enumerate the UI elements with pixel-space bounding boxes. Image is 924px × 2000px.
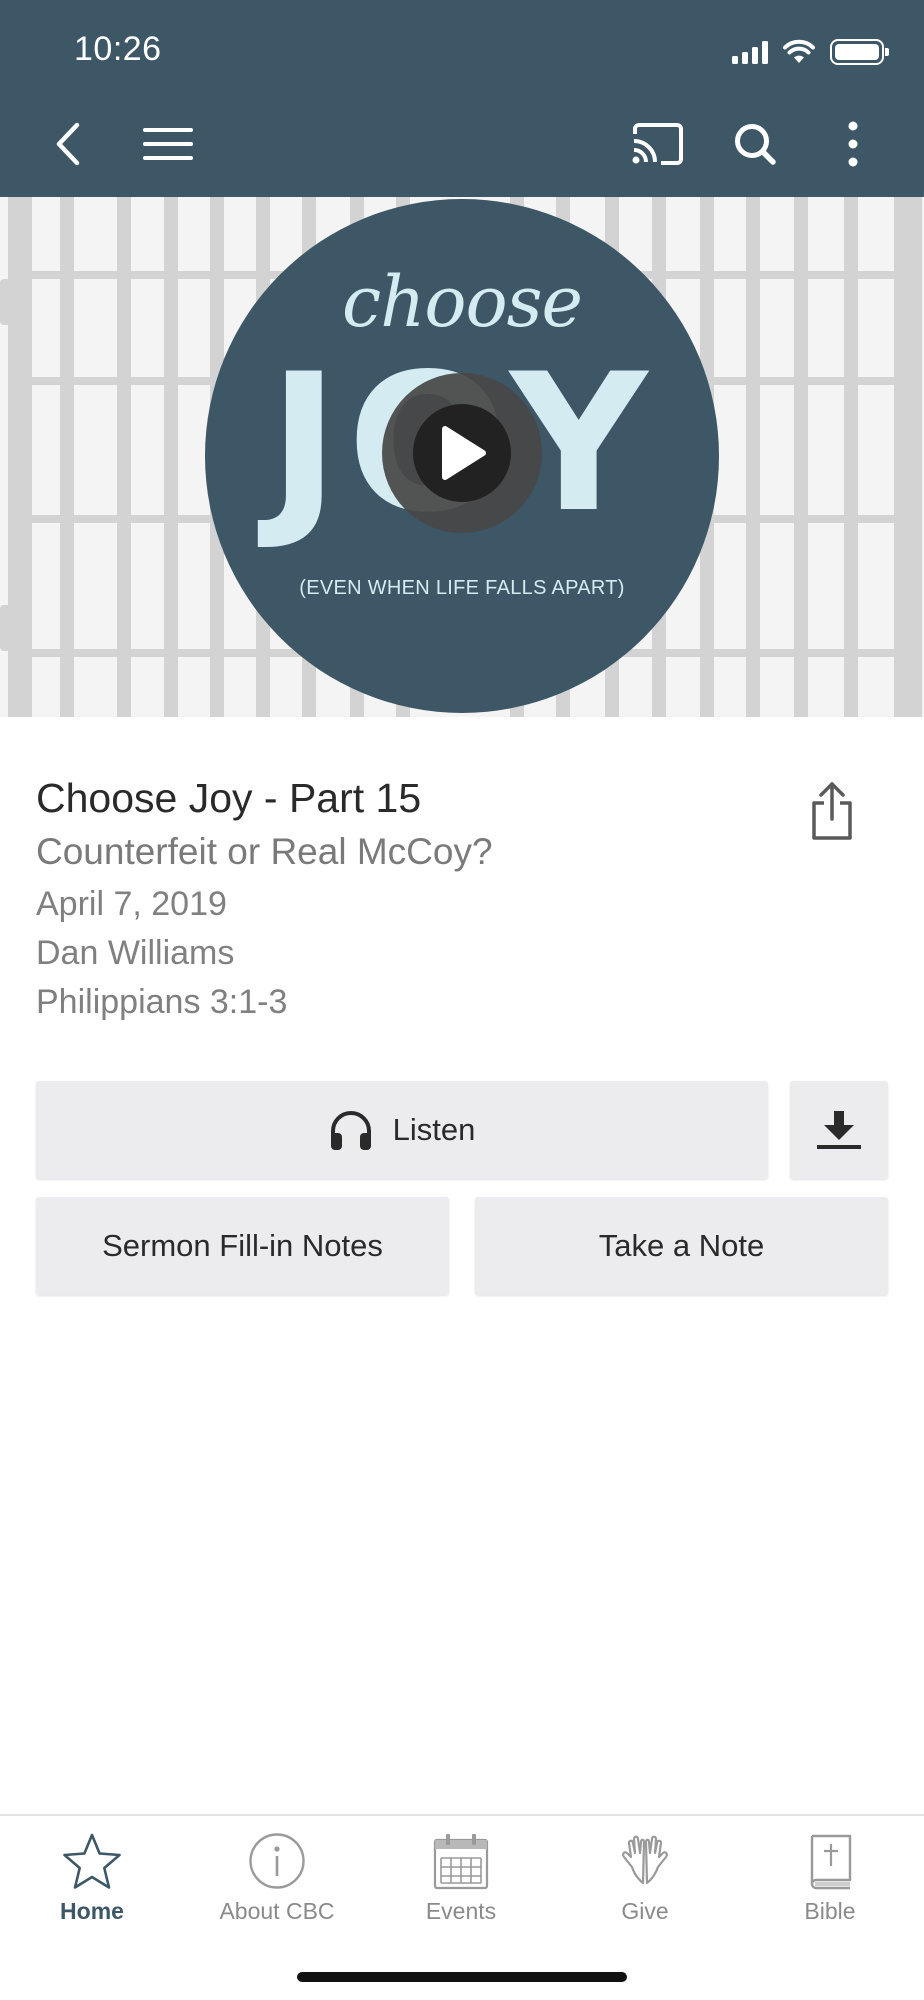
tab-home[interactable]: Home [0,1816,184,1936]
cast-icon [632,123,683,165]
listen-button[interactable]: Listen [36,1081,768,1179]
play-video-button[interactable] [382,373,542,533]
sermon-scripture: Philippians 3:1-3 [36,983,288,1021]
cast-button[interactable] [625,112,689,176]
take-note-button[interactable]: Take a Note [475,1197,888,1295]
sermon-subtitle: Counterfeit or Real McCoy? [36,831,493,872]
praying-hands-icon [622,1835,668,1885]
play-icon [442,426,486,480]
app-header: 10:26 [0,0,924,197]
sermon-notes-button[interactable]: Sermon Fill-in Notes [36,1197,449,1295]
info-icon [249,1833,305,1889]
more-vertical-icon [848,121,858,167]
share-icon [812,782,852,840]
take-note-label: Take a Note [598,1228,765,1263]
sermon-artwork: choose JOY (EVEN WHEN LIFE FALLS APART) [0,197,924,717]
signal-icon [732,40,768,64]
menu-button[interactable] [136,112,200,176]
choose-script-text: choose [342,261,583,343]
tab-events-label: Events [425,1898,497,1924]
status-time: 10:26 [74,30,162,68]
sermon-title: Choose Joy - Part 15 [36,775,422,821]
tab-give[interactable]: Give [553,1816,737,1936]
tab-bible-label: Bible [804,1898,856,1924]
listen-label: Listen [392,1112,476,1147]
tab-events[interactable]: Events [369,1816,553,1936]
wifi-icon [783,39,815,63]
home-indicator [297,1972,627,1982]
calendar-icon [433,1834,489,1890]
sermon-date: April 7, 2019 [36,885,227,923]
tab-give-label: Give [621,1898,669,1924]
tab-about[interactable]: About CBC [185,1816,369,1936]
headphones-icon [330,1111,371,1150]
download-icon [817,1111,861,1149]
tab-about-label: About CBC [219,1898,335,1924]
tab-bible[interactable]: Bible [738,1816,922,1936]
back-button[interactable] [36,112,100,176]
tagline-text: (EVEN WHEN LIFE FALLS APART) [299,577,625,599]
bible-icon [810,1834,852,1890]
battery-icon [830,39,889,65]
sermon-notes-label: Sermon Fill-in Notes [102,1228,383,1263]
tab-home-label: Home [60,1898,124,1924]
download-button[interactable] [790,1081,888,1179]
more-options-button[interactable] [821,112,885,176]
menu-icon [143,128,193,160]
search-icon [735,124,776,165]
back-arrow-icon [56,122,80,166]
search-button[interactable] [723,112,787,176]
sermon-details: Choose Joy - Part 15 Counterfeit or Real… [36,768,796,1027]
share-button[interactable] [800,775,864,847]
star-icon [63,1833,121,1889]
status-icons [732,36,889,68]
sermon-speaker: Dan Williams [36,934,235,972]
